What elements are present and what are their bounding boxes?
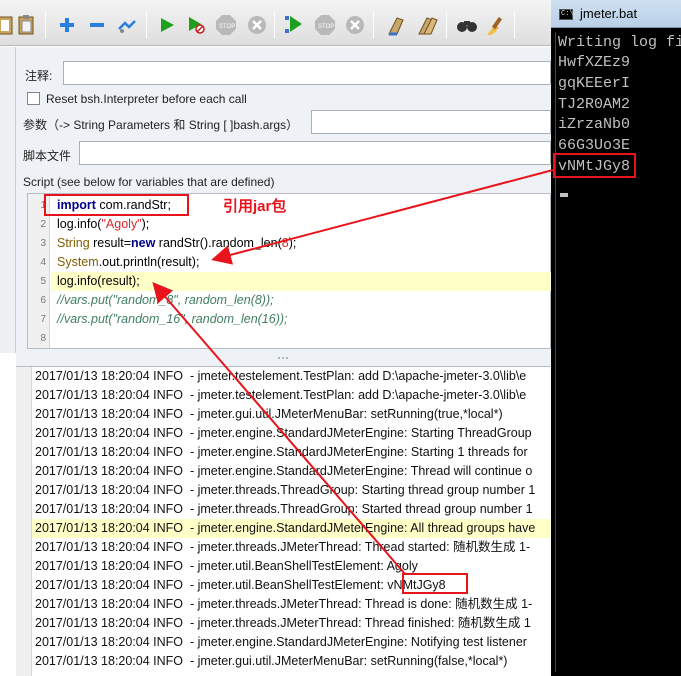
annotation-arrows (152, 169, 554, 575)
arrow-console-to-println (211, 169, 554, 265)
arrow-log-to-loginfo (152, 281, 406, 575)
